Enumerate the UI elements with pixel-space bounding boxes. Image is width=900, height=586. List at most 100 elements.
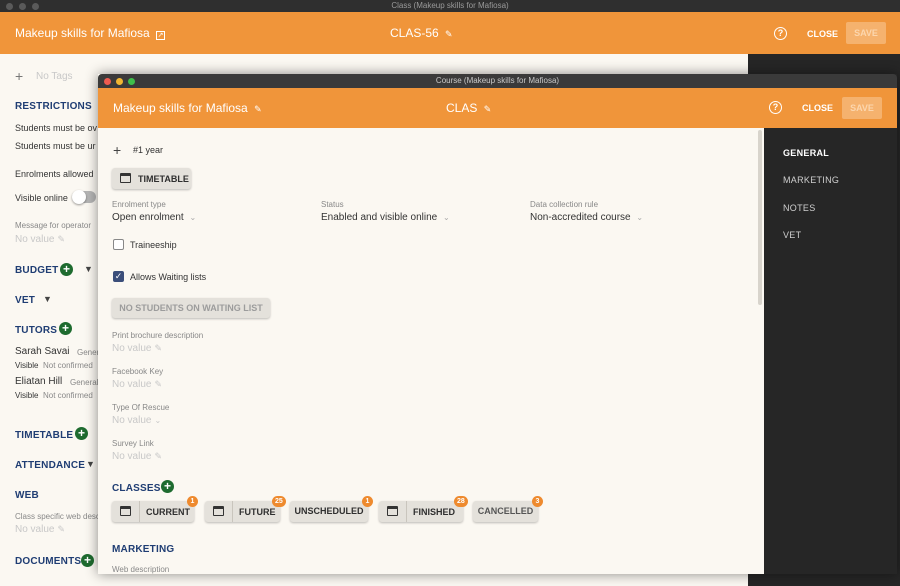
tutor-name-1[interactable]: Sarah Savai	[15, 346, 69, 357]
waiting-lists-checkbox[interactable]: ✓	[113, 271, 124, 282]
tab-unscheduled-label: UNSCHEDULED	[294, 506, 364, 516]
pencil-icon[interactable]: ✎	[254, 104, 262, 115]
add-document-icon[interactable]: +	[81, 554, 94, 567]
facebook-key-value[interactable]: No value ✎	[112, 379, 162, 390]
facebook-key-label: Facebook Key	[112, 367, 164, 376]
visible-online-toggle[interactable]	[72, 190, 96, 204]
outer-save-button[interactable]: SAVE	[846, 22, 886, 44]
web-desc-label: Class specific web desc	[15, 512, 100, 521]
status-select[interactable]: Enabled and visible online ⌄	[321, 212, 450, 223]
tab-current[interactable]: CURRENT	[112, 501, 194, 522]
tutor-status-1: Not confirmed	[43, 361, 93, 370]
tab-future[interactable]: FUTURE	[205, 501, 280, 522]
inner-header-code[interactable]: CLAS ✎	[446, 101, 491, 115]
waiting-list-button[interactable]: NO STUDENTS ON WAITING LIST	[112, 298, 270, 318]
add-class-icon[interactable]: +	[161, 480, 174, 493]
course-tag[interactable]: #1 year	[133, 145, 163, 155]
tab-unscheduled-count: 1	[362, 496, 373, 507]
print-brochure-value-text: No value	[112, 343, 152, 354]
vet-title: VET	[15, 295, 36, 306]
web-desc-value-text: No value	[15, 524, 55, 535]
web-desc-value[interactable]: No value ✎	[15, 524, 65, 535]
add-tag-icon[interactable]: +	[113, 142, 121, 158]
status-value: Enabled and visible online	[321, 212, 438, 223]
tags-placeholder[interactable]: No Tags	[36, 71, 73, 82]
tab-unscheduled[interactable]: UNSCHEDULED	[290, 501, 368, 522]
tutors-title: TUTORS	[15, 325, 58, 336]
print-brochure-label: Print brochure description	[112, 331, 204, 340]
outer-window-title: Class (Makeup skills for Mafiosa)	[391, 1, 509, 10]
tab-cancelled[interactable]: CANCELLED	[473, 501, 538, 522]
outer-close-button[interactable]: CLOSE	[807, 29, 838, 39]
side-nav-notes[interactable]: NOTES	[783, 203, 816, 213]
tutor-visible-1: Visible	[15, 361, 39, 370]
timetable-button[interactable]: TIMETABLE	[112, 168, 191, 189]
restriction-line-3: Enrolments allowed	[15, 169, 94, 179]
enrolment-type-select[interactable]: Open enrolment ⌄	[112, 212, 196, 223]
outer-header-title[interactable]: Makeup skills for Mafiosa ↗	[15, 26, 166, 40]
outer-window-titlebar: Class (Makeup skills for Mafiosa)	[0, 0, 900, 12]
enrolment-type-label: Enrolment type	[112, 200, 166, 209]
inner-header-code-text: CLAS	[446, 101, 478, 115]
add-timetable-icon[interactable]: +	[75, 427, 88, 440]
tutor-name-2[interactable]: Eliatan Hill	[15, 376, 62, 387]
tab-cancelled-count: 3	[532, 496, 543, 507]
tutor-role-1: Gener	[77, 348, 100, 357]
waiting-lists-label: Allows Waiting lists	[130, 272, 207, 282]
help-icon[interactable]: ?	[774, 27, 787, 40]
chevron-down-icon[interactable]: ▼	[43, 294, 52, 304]
external-link-icon[interactable]: ↗	[156, 31, 166, 40]
help-icon[interactable]: ?	[769, 101, 782, 114]
tutor-status-2: Not confirmed	[43, 391, 93, 400]
data-collection-select[interactable]: Non-accredited course ⌄	[530, 212, 643, 223]
pencil-icon: ✎	[57, 234, 66, 244]
side-nav-vet[interactable]: VET	[783, 230, 801, 240]
web-description-label: Web description	[112, 565, 170, 574]
chevron-down-icon: ⌄	[442, 213, 450, 222]
traineeship-checkbox[interactable]	[113, 239, 124, 250]
calendar-icon	[120, 173, 131, 183]
status-label: Status	[321, 200, 344, 209]
divider	[406, 501, 407, 522]
tab-finished[interactable]: FINISHED	[379, 501, 463, 522]
tutor-visible-2: Visible	[15, 391, 39, 400]
outer-header-code[interactable]: CLAS-56 ✎	[390, 26, 453, 40]
survey-link-value-text: No value	[112, 451, 152, 462]
chevron-down-icon[interactable]: ▼	[86, 459, 95, 469]
visible-online-label: Visible online	[15, 193, 68, 203]
divider	[232, 501, 233, 522]
calendar-icon	[120, 506, 131, 516]
budget-title: BUDGET	[15, 265, 59, 276]
add-budget-icon[interactable]: +	[60, 263, 73, 276]
print-brochure-value[interactable]: No value ✎	[112, 343, 162, 354]
chevron-down-icon: ⌄	[154, 416, 162, 425]
type-of-rescue-select[interactable]: No value ⌄	[112, 415, 161, 426]
inner-window-title: Course (Makeup skills for Mafiosa)	[435, 76, 560, 85]
add-tutor-icon[interactable]: +	[59, 322, 72, 335]
message-operator-value[interactable]: No value ✎	[15, 234, 65, 245]
survey-link-value[interactable]: No value ✎	[112, 451, 162, 462]
message-operator-value-text: No value	[15, 234, 55, 245]
course-window: Course (Makeup skills for Mafiosa) Makeu…	[98, 74, 897, 574]
outer-header-code-text: CLAS-56	[390, 26, 439, 40]
tutor-role-2: General	[70, 378, 99, 387]
attendance-title: ATTENDANCE	[15, 460, 86, 471]
classes-title: CLASSES	[112, 483, 161, 494]
inner-scrollbar[interactable]	[758, 130, 762, 305]
side-nav-general[interactable]: GENERAL	[783, 148, 829, 158]
inner-header-title[interactable]: Makeup skills for Mafiosa ✎	[113, 101, 262, 115]
divider	[139, 501, 140, 522]
tab-cancelled-label: CANCELLED	[477, 506, 534, 516]
marketing-title: MARKETING	[112, 544, 175, 555]
restriction-line-1: Students must be ov	[15, 123, 98, 133]
pencil-icon: ✎	[57, 524, 66, 534]
type-of-rescue-label: Type Of Rescue	[112, 403, 170, 412]
chevron-down-icon[interactable]: ▼	[84, 264, 93, 274]
inner-save-button[interactable]: SAVE	[842, 97, 882, 119]
pencil-icon[interactable]: ✎	[484, 104, 492, 115]
add-tag-icon[interactable]: +	[15, 68, 23, 84]
pencil-icon[interactable]: ✎	[445, 29, 453, 40]
inner-close-button[interactable]: CLOSE	[802, 103, 833, 113]
inner-header-title-text: Makeup skills for Mafiosa	[113, 101, 248, 115]
side-nav-marketing[interactable]: MARKETING	[783, 175, 839, 185]
